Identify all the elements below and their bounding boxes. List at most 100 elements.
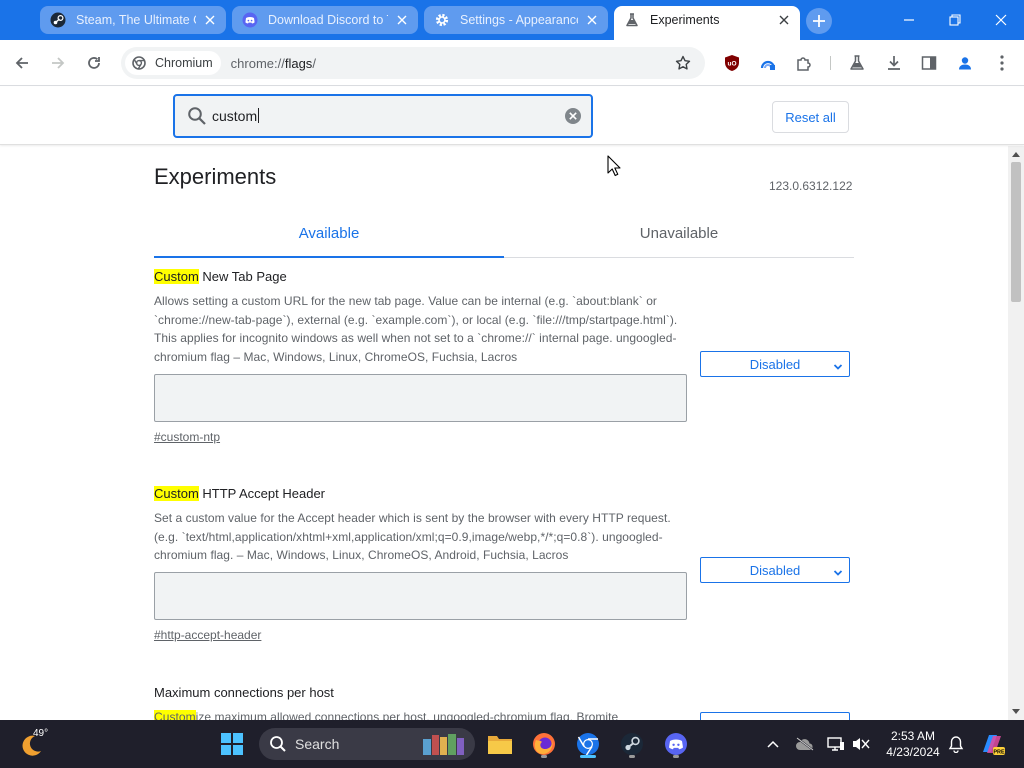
search-value: custom [212, 108, 260, 124]
search-highlight-books-icon [423, 734, 464, 755]
search-match-highlight: Custom [154, 486, 199, 501]
chevron-down-icon [833, 360, 843, 370]
taskbar-clock[interactable]: 2:53 AM 4/23/2024 [878, 728, 948, 760]
chevron-down-icon [833, 566, 843, 576]
experiment-value-textarea[interactable] [154, 373, 687, 422]
notification-bell-icon[interactable] [945, 732, 967, 756]
discord-icon [242, 12, 258, 28]
experiment-max-connections: Maximum connections per host Customize m… [154, 685, 854, 720]
site-chip[interactable]: Chromium [125, 51, 221, 75]
url-path: / [312, 55, 316, 71]
onedrive-offline-icon[interactable] [794, 732, 816, 756]
experiment-value-textarea[interactable] [154, 572, 687, 621]
extensions-puzzle-icon[interactable] [790, 49, 818, 77]
scrollbar-thumb[interactable] [1011, 162, 1021, 302]
experiment-state-select[interactable] [700, 712, 850, 720]
experiment-permalink[interactable]: #http-accept-header [154, 628, 261, 642]
windows-taskbar: 49° Search 2:53 AM 4/23/2024 PRE [0, 720, 1024, 768]
site-chip-label: Chromium [155, 56, 213, 70]
copilot-preview-icon[interactable]: PRE [976, 728, 1008, 760]
tab-title: Experiments [650, 13, 720, 27]
close-icon[interactable] [202, 12, 218, 28]
network-display-icon[interactable] [825, 732, 847, 756]
tab-settings-appearance[interactable]: Settings - Appearance [424, 6, 608, 34]
new-tab-button[interactable] [806, 8, 832, 34]
experiment-state-select[interactable]: Disabled [700, 351, 850, 377]
file-explorer-icon[interactable] [484, 728, 516, 760]
bookmark-star-icon[interactable] [673, 53, 693, 73]
vertical-scrollbar[interactable] [1008, 146, 1024, 720]
scroll-down-arrow-icon[interactable] [1008, 705, 1024, 719]
active-tab-indicator [154, 256, 504, 258]
clock-date: 4/23/2024 [886, 745, 940, 759]
steam-icon [50, 12, 66, 28]
back-button[interactable] [8, 49, 36, 77]
weather-temperature: 49° [33, 728, 49, 739]
restore-button[interactable] [932, 0, 978, 40]
tab-strip: Steam, The Ultimate O Download Discord t… [0, 0, 1024, 40]
tab-discord[interactable]: Download Discord to T [232, 6, 418, 34]
experiment-state-select[interactable]: Disabled [700, 557, 850, 583]
tab-title: Steam, The Ultimate O [76, 13, 196, 27]
start-button[interactable] [216, 728, 248, 760]
tab-available[interactable]: Available [154, 225, 504, 242]
tab-steam[interactable]: Steam, The Ultimate O [40, 6, 226, 34]
close-icon[interactable] [776, 12, 792, 28]
flag-search-input[interactable]: custom [173, 94, 593, 138]
search-match-highlight: Custom [154, 710, 196, 720]
experiment-description: Customize maximum allowed connections pe… [154, 708, 714, 720]
reset-all-button[interactable]: Reset all [772, 101, 849, 133]
volume-mute-icon[interactable] [852, 732, 874, 756]
experiment-description: Set a custom value for the Accept header… [154, 511, 671, 563]
chromium-taskbar-icon[interactable] [572, 728, 604, 760]
running-indicator [673, 755, 679, 758]
scroll-up-arrow-icon[interactable] [1008, 147, 1024, 161]
menu-kebab-icon[interactable] [988, 49, 1016, 77]
flags-header: custom Reset all [0, 87, 1024, 145]
url-scheme: chrome:// [230, 55, 285, 71]
download-icon[interactable] [880, 49, 908, 77]
address-bar[interactable]: Chromium chrome://flags/ [121, 47, 705, 79]
forward-button[interactable] [44, 49, 72, 77]
ublock-extension-icon[interactable]: uO [718, 49, 746, 77]
experiment-permalink[interactable]: #custom-ntp [154, 430, 220, 444]
flask-icon [624, 12, 640, 28]
labs-flask-icon[interactable] [843, 49, 871, 77]
reload-button[interactable] [80, 49, 108, 77]
url-text[interactable]: chrome://flags/ [231, 56, 316, 71]
active-running-indicator [580, 755, 596, 758]
search-match-highlight: Custom [154, 269, 199, 284]
select-value: Disabled [749, 562, 801, 578]
profile-avatar-icon[interactable] [951, 49, 979, 77]
privacy-extension-icon[interactable] [754, 49, 782, 77]
arrow-left-icon [15, 57, 28, 69]
reload-icon [88, 57, 100, 69]
discord-taskbar-icon[interactable] [660, 728, 692, 760]
chevron-up-icon[interactable] [762, 732, 784, 756]
minimize-button[interactable] [886, 0, 932, 40]
tab-unavailable[interactable]: Unavailable [504, 225, 854, 242]
close-window-button[interactable] [978, 0, 1024, 40]
experiment-custom-ntp: Custom New Tab Page Allows setting a cus… [154, 269, 854, 446]
arrow-right-icon [52, 57, 65, 69]
search-icon [187, 106, 207, 126]
weather-widget[interactable]: 49° [16, 726, 52, 762]
search-text: custom [212, 108, 258, 124]
experiment-description: Allows setting a custom URL for the new … [154, 294, 678, 365]
close-icon[interactable] [584, 12, 600, 28]
side-panel-icon[interactable] [915, 49, 943, 77]
tab-experiments[interactable]: Experiments [614, 6, 800, 40]
tab-title: Download Discord to T [268, 13, 388, 27]
browser-toolbar: Chromium chrome://flags/ uO [0, 40, 1024, 86]
taskbar-search[interactable]: Search [259, 728, 475, 760]
firefox-icon[interactable] [528, 728, 560, 760]
gear-icon [434, 12, 450, 28]
close-icon[interactable] [394, 12, 410, 28]
clear-search-icon[interactable] [564, 107, 582, 125]
search-icon [270, 736, 286, 752]
steam-taskbar-icon[interactable] [616, 728, 648, 760]
tab-title: Settings - Appearance [460, 13, 578, 27]
version-label: 123.0.6312.122 [769, 179, 853, 193]
flags-content: Experiments 123.0.6312.122 Available Una… [0, 146, 1008, 720]
experiment-name-text: New Tab Page [198, 269, 287, 284]
